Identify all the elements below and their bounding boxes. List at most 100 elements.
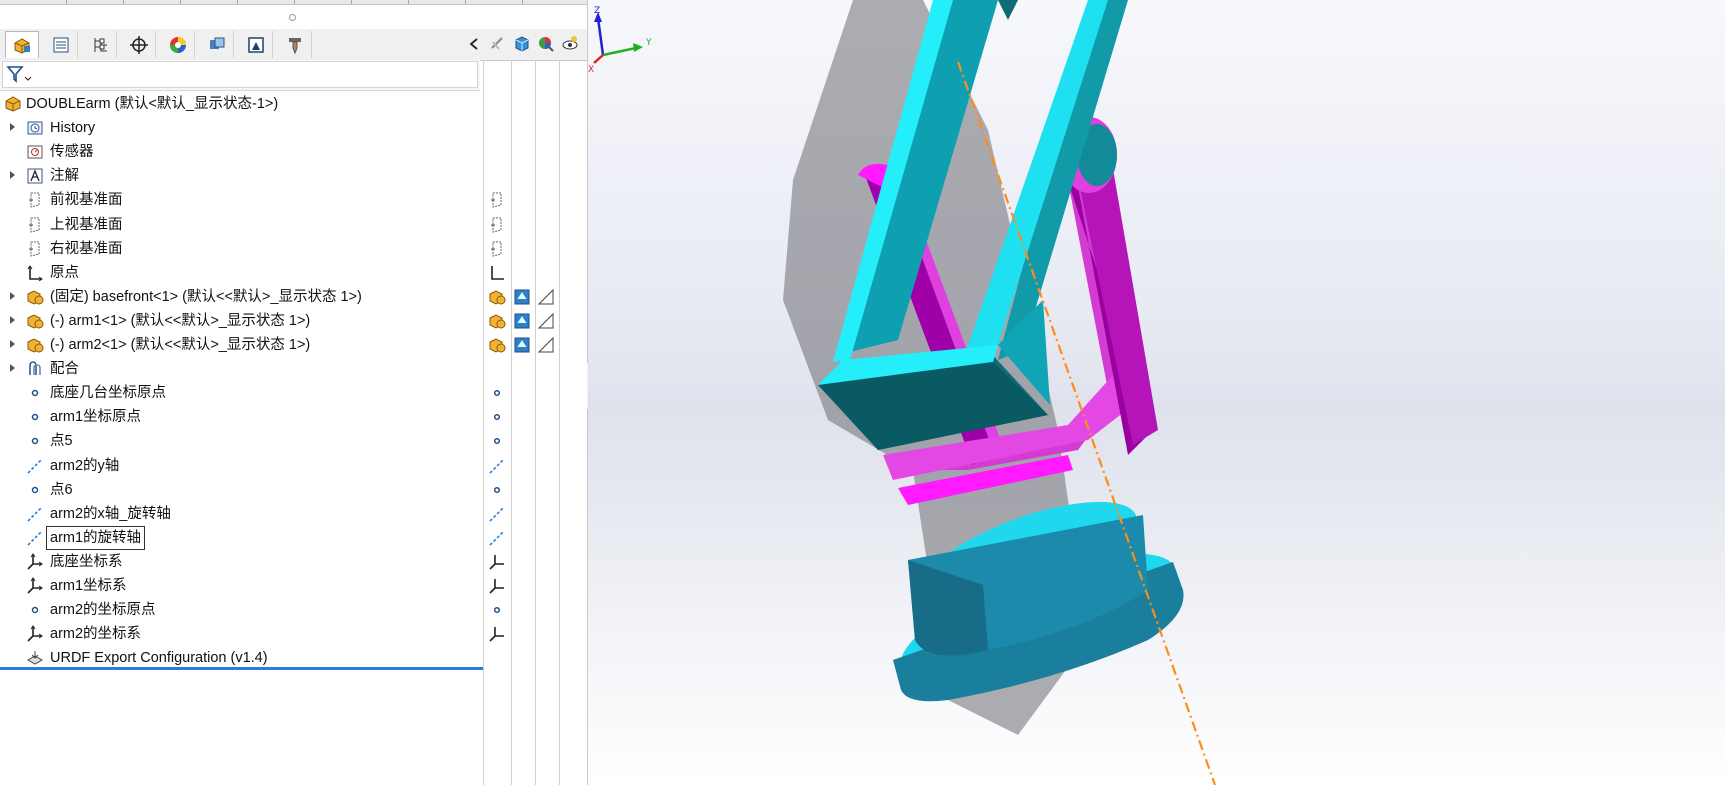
tree-item-label: 前视基准面 bbox=[50, 192, 123, 208]
filter-icon[interactable] bbox=[6, 65, 32, 85]
expand-arrow-icon[interactable] bbox=[10, 316, 15, 324]
graphics-viewport[interactable]: Z Y X bbox=[588, 0, 1725, 785]
annotation-icon bbox=[26, 167, 44, 185]
part-status-icon[interactable] bbox=[488, 312, 506, 330]
tree-item[interactable]: 底座几台坐标原点 bbox=[0, 381, 485, 405]
tree-filter-input[interactable] bbox=[2, 61, 478, 88]
cam-tab[interactable] bbox=[200, 31, 234, 58]
tree-item-label: 底座坐标系 bbox=[50, 554, 123, 570]
hide-show-items-button[interactable] bbox=[488, 34, 508, 54]
display-style-button[interactable] bbox=[512, 34, 532, 54]
origin-status-icon[interactable] bbox=[488, 264, 506, 282]
point-icon bbox=[26, 384, 44, 402]
edit-appearance-button[interactable] bbox=[536, 34, 556, 54]
tree-item-label: arm1坐标系 bbox=[50, 578, 127, 594]
rollback-bar[interactable] bbox=[0, 667, 483, 670]
tree-item[interactable]: 前视基准面 bbox=[0, 188, 485, 212]
display-state-icon[interactable] bbox=[513, 312, 531, 330]
tree-root[interactable]: DOUBLEarm (默认<默认_显示状态-1>) bbox=[0, 92, 485, 116]
tree-item[interactable]: 点6 bbox=[0, 478, 485, 502]
simulation-tab[interactable] bbox=[239, 31, 273, 58]
part-icon bbox=[26, 288, 44, 306]
plane-status-icon[interactable] bbox=[488, 240, 506, 258]
triad-z-label: Z bbox=[594, 6, 600, 16]
display-manager-tab[interactable] bbox=[161, 31, 195, 58]
expand-arrow-icon[interactable] bbox=[10, 364, 15, 372]
filter-row bbox=[0, 60, 480, 91]
mesh-icon[interactable] bbox=[537, 336, 555, 354]
tree-item[interactable]: 底座坐标系 bbox=[0, 550, 485, 574]
display-state-icon[interactable] bbox=[513, 288, 531, 306]
mesh-icon[interactable] bbox=[537, 312, 555, 330]
csys-status-icon[interactable] bbox=[488, 625, 506, 643]
tree-item[interactable]: arm2的坐标原点 bbox=[0, 598, 485, 622]
axis-status-icon[interactable] bbox=[488, 529, 506, 547]
point-status-icon[interactable] bbox=[488, 408, 506, 426]
document-tab-strip[interactable] bbox=[0, 0, 587, 5]
appearance-tab[interactable] bbox=[278, 31, 312, 58]
display-state-icon[interactable] bbox=[513, 336, 531, 354]
tree-root-label: DOUBLEarm (默认<默认_显示状态-1>) bbox=[26, 96, 279, 112]
tree-item[interactable]: arm2的x轴_旋转轴 bbox=[0, 502, 485, 526]
dimxpert-tab[interactable] bbox=[122, 31, 156, 58]
tree-item[interactable]: (-) arm2<1> (默认<<默认>_显示状态 1>) bbox=[0, 333, 485, 357]
plane-status-icon[interactable] bbox=[488, 216, 506, 234]
tree-item-label: 传感器 bbox=[50, 144, 94, 160]
expand-arrow-icon[interactable] bbox=[10, 292, 15, 300]
configuration-manager-tab[interactable] bbox=[83, 31, 117, 58]
view-settings-button[interactable] bbox=[560, 34, 580, 54]
tree-item-label: 右视基准面 bbox=[50, 241, 123, 257]
collapse-panel-chevron[interactable] bbox=[464, 34, 484, 54]
feature-manager-tab[interactable] bbox=[5, 31, 39, 58]
axis-icon bbox=[26, 457, 44, 475]
tree-item-label: (-) arm1<1> (默认<<默认>_显示状态 1>) bbox=[50, 313, 311, 329]
plane-status-icon[interactable] bbox=[488, 191, 506, 209]
tree-item[interactable]: arm2的y轴 bbox=[0, 454, 485, 478]
panel-splitter-handle[interactable] bbox=[289, 14, 296, 21]
expand-arrow-icon[interactable] bbox=[10, 340, 15, 348]
part-status-icon[interactable] bbox=[488, 288, 506, 306]
tree-item-label: (-) arm2<1> (默认<<默认>_显示状态 1>) bbox=[50, 337, 311, 353]
tree-item[interactable]: arm1的旋转轴 bbox=[0, 526, 485, 550]
tree-item[interactable]: arm1坐标原点 bbox=[0, 405, 485, 429]
feature-manager-icon bbox=[14, 38, 30, 54]
tree-item-label: arm2的坐标原点 bbox=[50, 602, 156, 618]
property-manager-tab[interactable] bbox=[44, 31, 78, 58]
eye-icon bbox=[562, 36, 578, 50]
tree-item-label: arm1坐标原点 bbox=[50, 409, 142, 425]
feature-manager-panel: DOUBLEarm (默认<默认_显示状态-1>) History 传感器注解前视… bbox=[0, 0, 588, 785]
tree-item[interactable]: 点5 bbox=[0, 429, 485, 453]
point-status-icon[interactable] bbox=[488, 432, 506, 450]
tree-item[interactable]: History bbox=[0, 116, 485, 140]
tree-item[interactable]: 右视基准面 bbox=[0, 237, 485, 261]
tree-item[interactable]: arm2的坐标系 bbox=[0, 622, 485, 646]
point-status-icon[interactable] bbox=[488, 384, 506, 402]
crosshair-icon bbox=[129, 35, 148, 54]
part-status-icon[interactable] bbox=[488, 336, 506, 354]
csys-status-icon[interactable] bbox=[488, 577, 506, 595]
appearance-icon bbox=[288, 37, 301, 54]
point-status-icon[interactable] bbox=[488, 481, 506, 499]
tree-item[interactable]: (固定) basefront<1> (默认<<默认>_显示状态 1>) bbox=[0, 285, 485, 309]
history-icon bbox=[26, 119, 44, 137]
point-status-icon[interactable] bbox=[488, 601, 506, 619]
tree-item[interactable]: 传感器 bbox=[0, 140, 485, 164]
tree-item[interactable]: arm1坐标系 bbox=[0, 574, 485, 598]
expand-arrow-icon[interactable] bbox=[10, 171, 15, 179]
mesh-icon[interactable] bbox=[537, 288, 555, 306]
tree-item-label: (固定) basefront<1> (默认<<默认>_显示状态 1>) bbox=[50, 289, 362, 305]
model-view[interactable] bbox=[588, 0, 1725, 785]
tree-item[interactable]: 配合 bbox=[0, 357, 485, 381]
tree-item[interactable]: (-) arm1<1> (默认<<默认>_显示状态 1>) bbox=[0, 309, 485, 333]
csys-status-icon[interactable] bbox=[488, 553, 506, 571]
sensor-icon bbox=[26, 143, 44, 161]
tree-item[interactable]: 原点 bbox=[0, 261, 485, 285]
tree-item[interactable]: 上视基准面 bbox=[0, 213, 485, 237]
expand-arrow-icon[interactable] bbox=[10, 123, 15, 131]
manager-tab-bar bbox=[0, 29, 587, 61]
tree-item[interactable]: 注解 bbox=[0, 164, 485, 188]
axis-status-icon[interactable] bbox=[488, 457, 506, 475]
plane-icon bbox=[26, 216, 44, 234]
axis-status-icon[interactable] bbox=[488, 505, 506, 523]
simulation-icon bbox=[247, 36, 264, 53]
